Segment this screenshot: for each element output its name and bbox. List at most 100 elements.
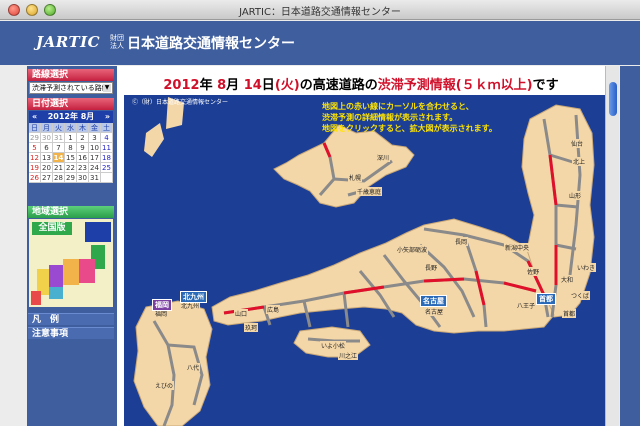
region-kyushu-block[interactable] [31, 291, 41, 305]
japan-map-graphic[interactable] [124, 95, 605, 426]
region-shikoku-block[interactable] [49, 287, 63, 299]
city-label: 長岡 [454, 237, 469, 246]
headline-year-suffix: 年 [199, 78, 213, 93]
calendar-day[interactable]: 22 [65, 163, 77, 173]
calendar: « 2012年 8月 » 日月火水木金土 29 30 31 1 2 3 4 5 6 7 8 9 10 11 1… [29, 111, 113, 183]
calendar-day[interactable]: 1 [65, 133, 77, 143]
calendar-day[interactable]: 11 [101, 143, 113, 153]
calendar-day[interactable]: 15 [65, 153, 77, 163]
region-map-selector[interactable]: 全国版 [29, 219, 113, 307]
calendar-day[interactable]: 14 [53, 153, 65, 163]
city-label: 仙台 [570, 139, 585, 148]
city-label: 深川 [376, 153, 391, 162]
route-select-heading-label: 路線選択 [32, 70, 69, 80]
calendar-day [101, 173, 113, 183]
calendar-day[interactable]: 10 [89, 143, 101, 153]
city-label: 北上 [572, 157, 587, 166]
date-select-heading-label: 日付選択 [32, 99, 69, 109]
calendar-day[interactable]: 5 [29, 143, 41, 153]
region-badge[interactable]: 北九州 [180, 291, 207, 303]
route-select-dropdown[interactable]: 渋滞予測されている路線 ▼ [29, 82, 113, 94]
calendar-day[interactable]: 8 [65, 143, 77, 153]
city-label: 八王子 [516, 301, 537, 310]
city-label: 佐野 [526, 267, 541, 276]
headline-mid: の高速道路の [299, 78, 378, 93]
calendar-day[interactable]: 16 [77, 153, 89, 163]
headline-month: 8 [217, 78, 227, 93]
page-headline: 2012年 8月 14日(火)の高速道路の渋滞予測情報(５ｋｍ以上)です [117, 74, 605, 93]
route-select-heading: 路線選択 [28, 69, 114, 81]
calendar-day[interactable]: 3 [89, 133, 101, 143]
region-kinki-block[interactable] [49, 265, 63, 287]
calendar-weekday: 金 [89, 123, 101, 133]
browser-window: JARTIC：日本道路交通情報センター JARTIC 財団法人 日本道路交通情報… [0, 0, 640, 426]
prev-month-button[interactable]: « [32, 111, 37, 123]
copyright-label: Ⓒ（財）日本道路交通情報センター [132, 99, 229, 106]
city-label: いよ小松 [320, 341, 346, 350]
city-label: 川之江 [338, 351, 359, 360]
calendar-day[interactable]: 28 [53, 173, 65, 183]
notes-link[interactable]: 注意事項 [28, 327, 114, 339]
notice-line: 地図上の赤い線にカーソルを合わせると、 [322, 102, 474, 111]
calendar-day[interactable]: 27 [41, 173, 53, 183]
calendar-day[interactable]: 6 [41, 143, 53, 153]
jartic-logo[interactable]: JARTIC [36, 33, 100, 51]
sidebar: 路線選択 渋滞予測されている路線 ▼ 日付選択 « 2012年 8月 » 日月火… [27, 66, 117, 426]
calendar-day[interactable]: 21 [53, 163, 65, 173]
calendar-day[interactable]: 26 [29, 173, 41, 183]
city-label: 新潟中央 [504, 243, 531, 252]
jam-segment[interactable] [423, 277, 465, 283]
city-label: 大和 [560, 275, 575, 284]
hokkaido-landmass [273, 124, 415, 208]
window-title: JARTIC：日本道路交通情報センター [239, 7, 401, 18]
city-label: 広島 [266, 305, 281, 314]
calendar-day[interactable]: 12 [29, 153, 41, 163]
site-header: JARTIC 財団法人 日本道路交通情報センター [0, 21, 640, 65]
calendar-weekday: 月 [41, 123, 53, 133]
next-month-button[interactable]: » [105, 111, 110, 123]
calendar-day[interactable]: 9 [77, 143, 89, 153]
notice-line: 渋滞予測の詳細情報が表示されます。 [322, 113, 458, 122]
region-chubu-block[interactable] [63, 259, 79, 285]
scrollbar-thumb[interactable] [609, 82, 617, 116]
region-select-heading: 地域選択 [28, 206, 114, 218]
calendar-day[interactable]: 30 [77, 173, 89, 183]
calendar-day[interactable]: 20 [41, 163, 53, 173]
city-label: いわき [576, 263, 597, 272]
calendar-day[interactable]: 31 [53, 133, 65, 143]
calendar-day[interactable]: 24 [89, 163, 101, 173]
legend-link-label: 凡 例 [32, 315, 60, 325]
calendar-day[interactable]: 2 [77, 133, 89, 143]
calendar-day[interactable]: 29 [29, 133, 41, 143]
calendar-day[interactable]: 13 [41, 153, 53, 163]
vertical-scrollbar[interactable] [605, 66, 619, 426]
region-badge[interactable]: 福岡 [152, 299, 172, 311]
calendar-day[interactable]: 19 [29, 163, 41, 173]
region-badge[interactable]: 名古屋 [420, 295, 447, 307]
region-all-button[interactable]: 全国版 [32, 222, 72, 235]
city-label: 札幌 [348, 173, 363, 182]
route-select-value: 渋滞予測されている路線 [32, 84, 109, 92]
notes-link-label: 注意事項 [32, 329, 69, 339]
calendar-day[interactable]: 31 [89, 173, 101, 183]
calendar-day[interactable]: 25 [101, 163, 113, 173]
headline-day-suffix: 日 [261, 78, 275, 93]
region-select-heading-label: 地域選択 [32, 207, 69, 217]
congestion-map[interactable]: Ⓒ（財）日本道路交通情報センター 地図上の赤い線にカーソルを合わせると、 渋滞予… [124, 95, 605, 426]
city-label: 長野 [424, 263, 439, 272]
calendar-day[interactable]: 7 [53, 143, 65, 153]
calendar-day[interactable]: 29 [65, 173, 77, 183]
calendar-day[interactable]: 17 [89, 153, 101, 163]
city-label: 名古屋 [424, 307, 445, 316]
region-kanto-block[interactable] [79, 259, 95, 283]
legend-link[interactable]: 凡 例 [28, 313, 114, 325]
calendar-day[interactable]: 4 [101, 133, 113, 143]
city-label: つくば [570, 291, 591, 300]
calendar-day[interactable]: 23 [77, 163, 89, 173]
calendar-day[interactable]: 30 [41, 133, 53, 143]
calendar-weekday: 土 [101, 123, 113, 133]
calendar-day[interactable]: 18 [101, 153, 113, 163]
region-hokkaido-block[interactable] [85, 222, 111, 242]
region-badge[interactable]: 首都 [536, 293, 556, 305]
city-label: 玖珂 [244, 323, 259, 332]
